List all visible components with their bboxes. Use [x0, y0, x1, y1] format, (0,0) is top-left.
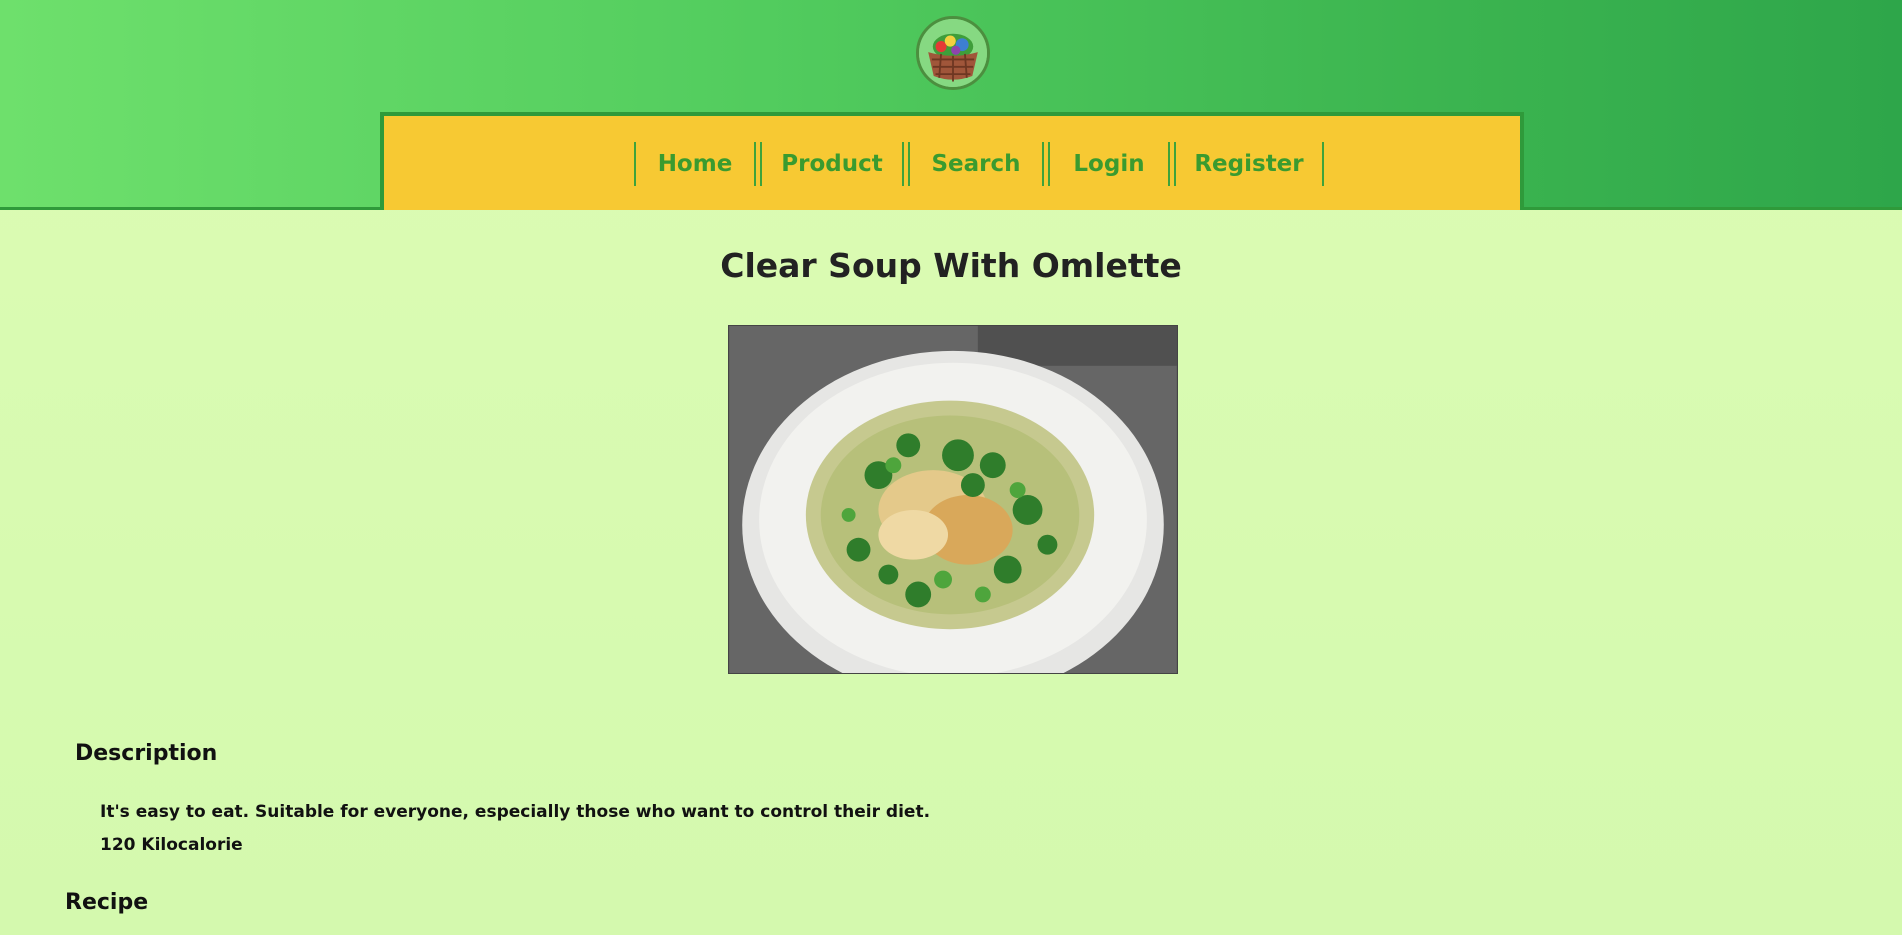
description-heading: Description — [75, 741, 218, 766]
soup-bowl-illustration — [729, 326, 1177, 673]
page-title: Clear Soup With Omlette — [720, 246, 1182, 285]
recipe-heading: Recipe — [65, 890, 149, 915]
nav-register-link[interactable]: Register — [1174, 142, 1324, 186]
logo-icon[interactable] — [916, 16, 990, 90]
nav-login-link[interactable]: Login — [1048, 142, 1170, 186]
basket-logo-image — [919, 19, 987, 87]
nav-list: Home Product Search Login Register — [634, 142, 1328, 186]
nav-product-link[interactable]: Product — [760, 142, 904, 186]
dish-image — [728, 325, 1178, 674]
main-navbar: Home Product Search Login Register — [380, 112, 1524, 210]
description-text: It's easy to eat. Suitable for everyone,… — [100, 802, 931, 822]
calorie-text: 120 Kilocalorie — [100, 835, 243, 855]
nav-search-link[interactable]: Search — [908, 142, 1044, 186]
nav-home-link[interactable]: Home — [634, 142, 756, 186]
site-header: Home Product Search Login Register — [0, 0, 1902, 210]
